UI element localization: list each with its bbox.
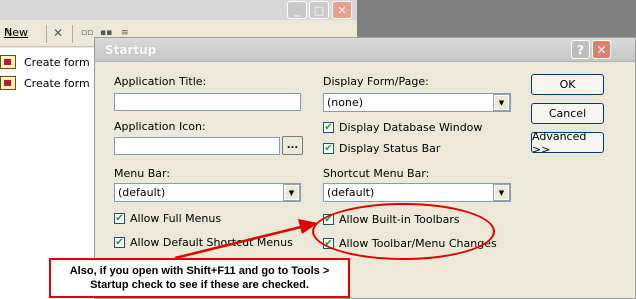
annotation-note: Also, if you open with Shift+F11 and go … — [49, 258, 350, 298]
annotation-line-1: Also, if you open with Shift+F11 and go … — [69, 265, 330, 277]
annotation-line-2: Startup check to see if these are checke… — [90, 279, 309, 291]
annotation-arrow — [174, 219, 318, 260]
